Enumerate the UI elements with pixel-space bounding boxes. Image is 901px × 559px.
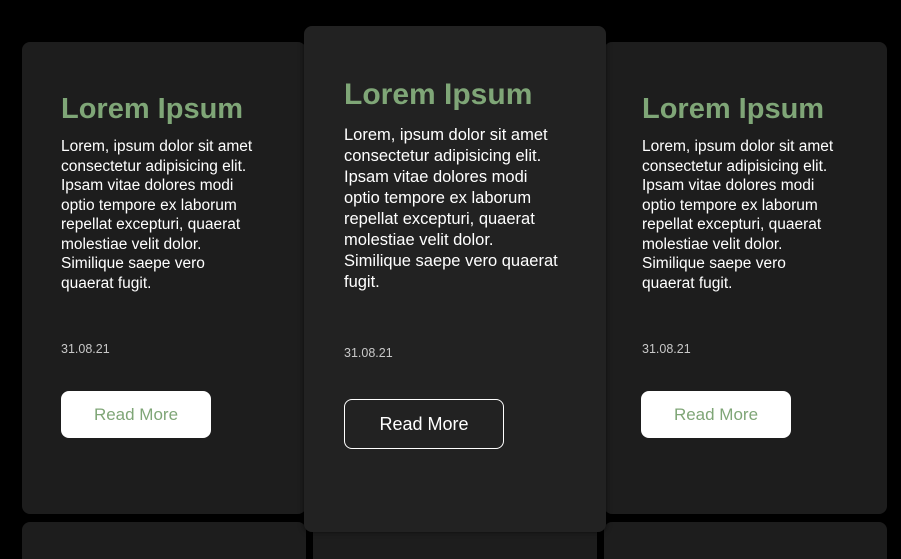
card-body: Lorem, ipsum dolor sit amet consectetur … bbox=[642, 138, 834, 292]
card-2-highlighted[interactable]: Lorem Ipsum Lorem, ipsum dolor sit amet … bbox=[304, 26, 606, 532]
card-title: Lorem Ipsum bbox=[642, 93, 825, 125]
card-date: 31.08.21 bbox=[642, 342, 691, 356]
card-body: Lorem, ipsum dolor sit amet consectetur … bbox=[61, 138, 253, 292]
read-more-button[interactable]: Read More bbox=[61, 391, 211, 438]
read-more-button[interactable]: Read More bbox=[344, 399, 504, 449]
card-grid: Lorem Ipsum Lorem, ipsum dolor sit amet … bbox=[0, 0, 901, 559]
card-date: 31.08.21 bbox=[344, 346, 393, 360]
card-1[interactable]: Lorem Ipsum Lorem, ipsum dolor sit amet … bbox=[22, 42, 306, 514]
card-date: 31.08.21 bbox=[61, 342, 110, 356]
card-body: Lorem, ipsum dolor sit amet consectetur … bbox=[344, 126, 558, 291]
card-title: Lorem Ipsum bbox=[344, 78, 533, 111]
card-4-partial[interactable] bbox=[22, 522, 306, 559]
read-more-button[interactable]: Read More bbox=[641, 391, 791, 438]
card-6-partial[interactable] bbox=[604, 522, 887, 559]
card-3[interactable]: Lorem Ipsum Lorem, ipsum dolor sit amet … bbox=[604, 42, 887, 514]
card-title: Lorem Ipsum bbox=[61, 93, 244, 125]
